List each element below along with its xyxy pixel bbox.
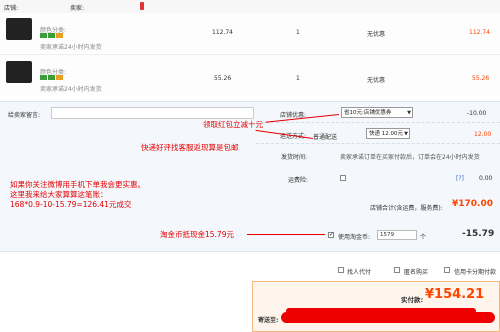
divider: [256, 143, 500, 144]
insurance-checkbox[interactable]: [340, 175, 346, 181]
option-label: 信用卡分期付款: [454, 269, 497, 276]
ship-promise: 卖家承诺24小时内发货: [40, 44, 102, 51]
unit-price: 55.26: [214, 75, 232, 82]
message-label: 给卖家留言:: [8, 112, 41, 119]
cart-item: 颜色分类: 卖家承诺24小时内发货 55.26 1 无优惠 55.26: [0, 54, 500, 95]
annotation-taojinbi: 淘金币抵现金15.79元: [160, 230, 234, 239]
ship-to-label: 寄送至:: [258, 317, 279, 324]
shipping-amount: 12.00: [474, 131, 492, 138]
anonymous-checkbox[interactable]: [394, 267, 400, 273]
badge-icon: [40, 33, 47, 38]
product-badges: [40, 75, 64, 82]
option-label: 匿名购买: [404, 269, 429, 276]
item-discount: 无优惠: [367, 77, 386, 84]
badge-icon: [48, 75, 55, 80]
annotation-coupon: 领取红包立减十元: [203, 120, 263, 129]
coupon-amount: -10.00: [467, 110, 487, 117]
seller-label: 卖家:: [70, 5, 85, 12]
payment-options: 找人代付 匿名购买 信用卡分期付款: [0, 264, 500, 276]
installment-checkbox[interactable]: [444, 267, 450, 273]
explain-line: 168*0.9-10-15.79=126.41元成交: [10, 200, 132, 209]
quantity: 1: [296, 75, 300, 82]
annotation-shipping: 快递好评找客服返现算是包邮: [141, 143, 239, 152]
check-icon: ✓: [329, 231, 335, 238]
unit-price: 112.74: [212, 29, 233, 36]
annotation-explanation: 如果你关注微博用手机下单我会更实惠。 这里我来给大家算算这笔账： 168*0.9…: [10, 180, 145, 210]
product-thumbnail[interactable]: [6, 18, 32, 40]
divider: [256, 122, 500, 123]
product-badges: [40, 33, 64, 40]
store-header: 店铺: 卖家:: [0, 0, 500, 14]
final-amount: ¥154.21: [425, 287, 485, 302]
taojinbi-amount: -15.79: [462, 229, 495, 239]
item-discount: 无优惠: [367, 31, 386, 38]
store-badge: [140, 2, 144, 10]
delivery-text: 卖家承诺订单在买家付款后，订单会在24小时内发货: [340, 154, 480, 161]
cart-item: 颜色分类: 卖家承诺24小时内发货 112.74 1 无优惠 112.74: [0, 13, 500, 53]
shipping-method: 普通配送: [313, 134, 338, 141]
badge-icon: [56, 33, 63, 38]
seller-message-input[interactable]: [51, 107, 254, 119]
address-redaction: [286, 308, 476, 314]
final-payment-box: 实付款: ¥154.21 寄送至:: [252, 281, 500, 332]
pay-for-me-checkbox[interactable]: [338, 267, 344, 273]
insurance-label: 运费险:: [288, 177, 309, 184]
item-subtotal: 55.26: [472, 75, 490, 82]
store-label: 店铺:: [4, 5, 19, 12]
badge-icon: [40, 75, 47, 80]
chevron-down-icon: ▼: [404, 131, 408, 137]
insurance-amount: 0.00: [479, 175, 493, 182]
option-label: 找人代付: [347, 269, 372, 276]
delivery-label: 发货时间:: [281, 154, 308, 161]
explain-line: 如果你关注微博用手机下单我会更实惠。: [10, 180, 145, 189]
shipping-select[interactable]: 快递 12.00元 ▼: [366, 128, 410, 139]
taojinbi-label: 使用淘金币:: [338, 234, 371, 241]
shipping-select-value: 快递 12.00元: [369, 131, 403, 137]
annotation-arrow: [247, 234, 325, 235]
quantity: 1: [296, 29, 300, 36]
store-total-label: 店铺合计(含运费，服务费):: [370, 205, 443, 212]
taojinbi-unit: 个: [420, 234, 427, 241]
ship-promise: 卖家承诺24小时内发货: [40, 86, 102, 93]
chevron-down-icon: ▼: [407, 110, 411, 116]
help-icon[interactable]: [?]: [456, 175, 464, 182]
store-total-value: ¥170.00: [452, 199, 493, 209]
coupon-select[interactable]: 省10元:店铺优惠券 ▼: [341, 107, 413, 118]
divider: [0, 251, 500, 252]
badge-icon: [56, 75, 63, 80]
item-subtotal: 112.74: [469, 29, 490, 36]
taojinbi-input[interactable]: 1579: [377, 230, 417, 240]
final-label: 实付款:: [401, 296, 424, 304]
explain-line: 这里我来给大家算算这笔账：: [10, 190, 108, 199]
badge-icon: [48, 33, 55, 38]
taojinbi-checkbox[interactable]: ✓: [328, 231, 335, 238]
product-thumbnail[interactable]: [6, 61, 32, 83]
coupon-select-value: 省10元:店铺优惠券: [344, 110, 392, 116]
